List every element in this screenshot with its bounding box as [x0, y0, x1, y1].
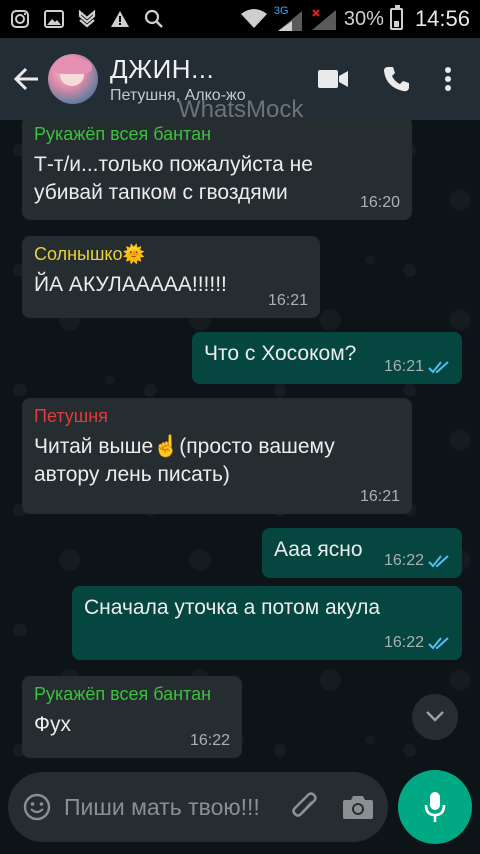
battery-icon [389, 5, 403, 30]
message-sender: Рукажёп всея бантан [34, 124, 212, 144]
chevron-down-icon [426, 711, 444, 722]
paperclip-icon[interactable] [290, 790, 320, 824]
watermark: WhatsMock [178, 96, 304, 123]
message-time: 16:22 [384, 634, 450, 652]
status-icons-left [10, 9, 164, 29]
message-sender: Петушня [34, 406, 108, 426]
mic-button[interactable] [398, 770, 472, 844]
message-sender: Рукажёп всея бантан [34, 684, 212, 704]
signal-bars-no-sim-icon [311, 9, 336, 30]
message-time: 16:20 [360, 194, 400, 212]
battery-percent: 30% [343, 7, 384, 30]
message-sender: Солнышко🌞 [34, 244, 145, 264]
message-outgoing[interactable]: Что с Хосоком? 16:21 [192, 332, 462, 384]
chat-title: ДЖИН... [110, 53, 215, 84]
message-text: Сначала уточка а потом акула [84, 596, 381, 619]
composer-actions [290, 790, 374, 824]
message-text: Читай выше☝️(просто вашему автору лень п… [34, 435, 335, 486]
message-time-value: 16:21 [359, 488, 400, 505]
message-input[interactable]: Пиши мать твою!!! [64, 792, 264, 822]
gallery-icon [44, 10, 64, 28]
message-time-value: 16:22 [383, 634, 424, 651]
message-time: 16:21 [360, 488, 400, 506]
mobile-signal-1: 3G [273, 5, 304, 31]
camera-icon[interactable] [342, 794, 374, 820]
message-incoming[interactable]: Солнышко🌞 ЙА АКУЛААААА!!!!!! 16:21 [22, 236, 320, 318]
wifi-icon [240, 9, 267, 28]
emoji-icon[interactable] [22, 792, 52, 822]
header-actions [318, 65, 468, 93]
message-outgoing[interactable]: Сначала уточка а потом акула 16:22 [72, 586, 462, 660]
message-time: 16:22 [190, 732, 230, 750]
message-time-value: 16:20 [359, 194, 400, 211]
network-type-label: 3G [273, 5, 289, 17]
video-call-icon[interactable] [318, 69, 348, 89]
message-time: 16:21 [268, 292, 308, 310]
search-status-icon [144, 9, 163, 28]
message-incoming[interactable]: Петушня Читай выше☝️(просто вашему автор… [22, 398, 412, 514]
instagram-icon [11, 10, 29, 28]
chat-messages[interactable]: Рукажёп всея бантан Т-т/и...только пожал… [0, 116, 480, 854]
message-composer: Пиши мать твою!!! [8, 772, 388, 842]
message-time-value: 16:22 [383, 552, 424, 569]
avatar[interactable] [48, 54, 98, 104]
phone-icon[interactable] [382, 65, 410, 93]
message-outgoing[interactable]: Ааа ясно 16:22 [262, 528, 462, 578]
more-vertical-icon[interactable] [444, 66, 452, 92]
message-incoming[interactable]: Рукажёп всея бантан Фух 16:22 [22, 676, 242, 758]
read-ticks-icon [428, 555, 449, 568]
message-time-value: 16:21 [267, 292, 308, 309]
status-bar: 3G 30% 14:56 [0, 0, 480, 38]
message-text: Т-т/и...только пожалуйста не убивай тапк… [34, 153, 313, 204]
warning-icon [111, 11, 129, 27]
message-time-value: 16:22 [189, 732, 230, 749]
clock: 14:56 [414, 6, 470, 31]
read-ticks-icon [428, 361, 449, 374]
message-time: 16:22 [384, 552, 450, 570]
arrow-left-icon[interactable] [12, 64, 42, 94]
mic-icon [424, 792, 446, 822]
scroll-to-bottom-button[interactable] [412, 694, 458, 740]
message-incoming[interactable]: Рукажёп всея бантан Т-т/и...только пожал… [22, 116, 412, 220]
message-text: ЙА АКУЛААААА!!!!!! [34, 273, 227, 296]
download-badge-icon [78, 9, 96, 28]
message-time: 16:21 [384, 358, 450, 376]
message-time-value: 16:21 [383, 358, 424, 375]
read-ticks-icon [428, 637, 449, 650]
status-icons-right: 3G 30% 14:56 [240, 5, 470, 32]
